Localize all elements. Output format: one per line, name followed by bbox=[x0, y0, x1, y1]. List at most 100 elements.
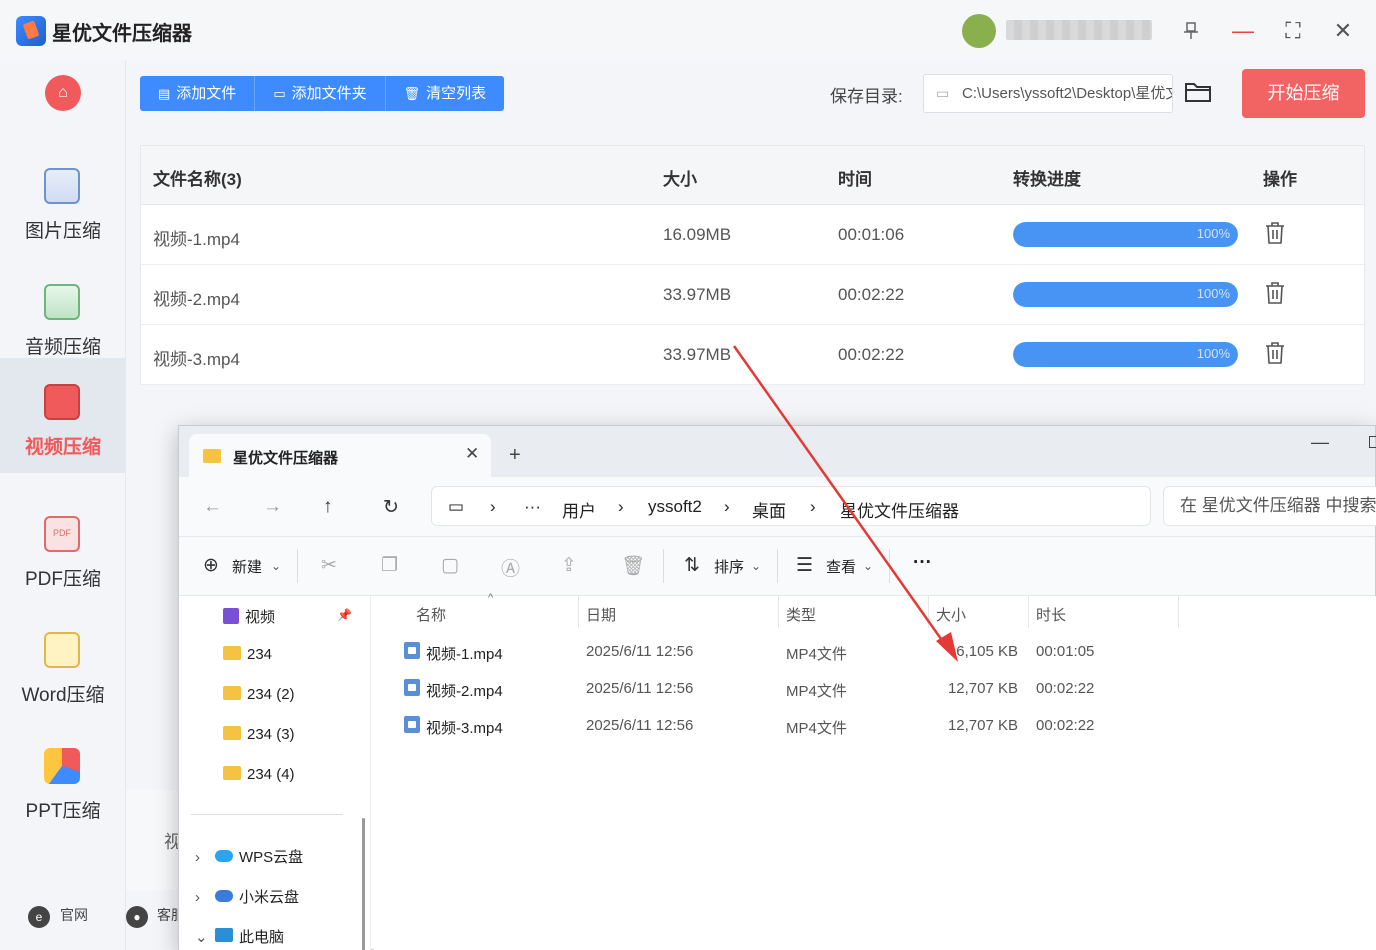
cloud-icon bbox=[215, 850, 233, 862]
explorer-maximize-button[interactable] bbox=[1369, 436, 1376, 448]
file-time: 00:02:22 bbox=[838, 285, 905, 304]
explorer-tab[interactable]: 星优文件压缩器 ✕ bbox=[189, 434, 491, 477]
pc-icon bbox=[215, 928, 233, 942]
video-file-icon bbox=[404, 679, 420, 696]
start-compress-button[interactable]: 开始压缩 bbox=[1242, 69, 1365, 118]
video-icon bbox=[44, 384, 80, 420]
breadcrumb-users[interactable]: 用户 bbox=[562, 497, 596, 522]
sidebar-item-audio[interactable]: 音频压缩 bbox=[0, 258, 126, 374]
pin-icon[interactable] bbox=[1174, 14, 1208, 48]
breadcrumb-user[interactable]: yssoft2 bbox=[648, 497, 702, 517]
address-bar[interactable]: ▭ › ··· 用户 › yssoft2 › 桌面 › 星优文件压缩器 bbox=[431, 486, 1151, 526]
minimize-button[interactable]: — bbox=[1226, 14, 1260, 48]
trash-icon: 🗑 bbox=[403, 86, 421, 101]
explorer-tab-title: 星优文件压缩器 bbox=[233, 450, 339, 467]
column-divider bbox=[928, 596, 929, 628]
save-path-value: C:\Users\yssoft2\Desktop\星优文件压缩器 bbox=[962, 85, 1172, 102]
copy-icon[interactable]: ❐ bbox=[381, 554, 398, 577]
sidebar-item-video[interactable]: 视频压缩 bbox=[0, 358, 126, 473]
explorer-tab-bar: 星优文件压缩器 ✕ + — bbox=[179, 426, 1376, 477]
delete-icon[interactable]: 🗑 bbox=[621, 554, 645, 578]
divider bbox=[297, 549, 298, 583]
more-button[interactable]: ··· bbox=[913, 552, 932, 574]
home-icon[interactable]: ⌂ bbox=[45, 75, 81, 111]
save-path-input[interactable]: ▭ C:\Users\yssoft2\Desktop\星优文件压缩器 bbox=[923, 74, 1173, 113]
clear-list-button[interactable]: 🗑 清空列表 bbox=[386, 76, 505, 111]
file-size: 16.09MB bbox=[663, 225, 732, 244]
sidebar-item-234[interactable]: 234 bbox=[223, 646, 272, 663]
sidebar-item-this-pc[interactable]: ⌄ 此电脑 bbox=[195, 926, 284, 947]
user-avatar[interactable] bbox=[962, 14, 996, 48]
new-button[interactable]: 新建 bbox=[232, 556, 262, 577]
folder-icon: ▭ bbox=[273, 86, 286, 101]
file-duration: 00:02:22 bbox=[1036, 717, 1095, 734]
sidebar-scrollbar[interactable] bbox=[362, 818, 365, 950]
delete-icon[interactable] bbox=[1264, 281, 1288, 307]
maximize-button[interactable]: ⛶ bbox=[1276, 14, 1310, 48]
sort-button[interactable]: 排序 bbox=[714, 556, 744, 577]
col-action: 操作 bbox=[1263, 170, 1297, 189]
file-date: 2025/6/11 12:56 bbox=[586, 680, 694, 697]
col-date[interactable]: 日期 bbox=[586, 604, 616, 625]
col-type[interactable]: 类型 bbox=[786, 604, 816, 625]
sidebar-item-234-2[interactable]: 234 (2) bbox=[223, 686, 295, 703]
breadcrumb-desktop[interactable]: 桌面 bbox=[752, 497, 786, 522]
sidebar-item-mi-cloud[interactable]: › 小米云盘 bbox=[195, 886, 299, 907]
list-item[interactable]: 视频-3.mp4 2025/6/11 12:56 MP4文件 12,707 KB… bbox=[374, 707, 1376, 744]
open-folder-icon[interactable] bbox=[1184, 80, 1214, 106]
column-divider bbox=[1178, 596, 1179, 628]
col-duration[interactable]: 时长 bbox=[1036, 604, 1066, 625]
sidebar-item-word[interactable]: Word压缩 bbox=[0, 606, 126, 722]
list-item[interactable]: 视频-1.mp4 2025/6/11 12:56 MP4文件 6,105 KB … bbox=[374, 633, 1376, 670]
sidebar-item-label: 234 (2) bbox=[247, 686, 295, 703]
chevron-right-icon: › bbox=[618, 497, 624, 516]
pin-icon: 📌 bbox=[337, 608, 352, 622]
website-link[interactable]: 官网 bbox=[60, 905, 88, 925]
share-icon[interactable]: ⇪ bbox=[561, 554, 577, 577]
back-arrow-icon[interactable]: ← bbox=[203, 496, 222, 518]
chevron-right-icon: › bbox=[195, 889, 200, 906]
refresh-icon[interactable]: ↻ bbox=[383, 496, 399, 519]
list-item[interactable]: 视频-2.mp4 2025/6/11 12:56 MP4文件 12,707 KB… bbox=[374, 670, 1376, 707]
up-arrow-icon[interactable]: ↑ bbox=[323, 496, 333, 518]
explorer-sidebar: 视频 📌 234 234 (2) 234 (3) 234 (4) › WPS云盘 … bbox=[179, 596, 371, 950]
table-row: 视频-1.mp4 16.09MB 00:01:06 100% bbox=[141, 205, 1364, 265]
add-file-button[interactable]: ▤ 添加文件 bbox=[140, 76, 256, 111]
rename-icon[interactable]: Ⓐ bbox=[501, 554, 520, 581]
sidebar-item-234-4[interactable]: 234 (4) bbox=[223, 766, 295, 783]
sidebar-item-pdf[interactable]: PDF PDF压缩 bbox=[0, 490, 126, 606]
chevron-down-icon: ⌄ bbox=[195, 929, 208, 946]
breadcrumb-more[interactable]: ··· bbox=[524, 497, 541, 517]
cut-icon[interactable]: ✂ bbox=[321, 554, 337, 577]
new-tab-button[interactable]: + bbox=[509, 444, 521, 467]
folder-icon bbox=[223, 686, 241, 700]
paste-icon[interactable]: ▢ bbox=[441, 554, 459, 577]
file-size: 12,707 KB bbox=[947, 680, 1018, 697]
delete-icon[interactable] bbox=[1264, 221, 1288, 247]
sidebar-item-label: 图片压缩 bbox=[24, 221, 101, 242]
delete-icon[interactable] bbox=[1264, 341, 1288, 367]
col-size[interactable]: 大小 bbox=[936, 604, 966, 625]
sidebar-item-video[interactable]: 视频 bbox=[223, 606, 275, 627]
video-folder-icon bbox=[223, 608, 239, 624]
table-header: 文件名称(3) 大小 时间 转换进度 操作 bbox=[141, 146, 1364, 205]
file-size: 33.97MB bbox=[663, 285, 732, 304]
breadcrumb-folder[interactable]: 星优文件压缩器 bbox=[840, 497, 959, 522]
search-input[interactable]: 在 星优文件压缩器 中搜索 bbox=[1163, 486, 1376, 526]
progress-bar: 100% bbox=[1013, 342, 1238, 367]
close-button[interactable]: ✕ bbox=[1326, 14, 1360, 48]
explorer-minimize-button[interactable]: — bbox=[1311, 432, 1329, 453]
sidebar-item-image[interactable]: 图片压缩 bbox=[0, 142, 126, 258]
chevron-down-icon: ⌄ bbox=[271, 559, 282, 573]
sidebar-item-ppt[interactable]: PPT压缩 bbox=[0, 722, 126, 838]
sidebar-item-wps-cloud[interactable]: › WPS云盘 bbox=[195, 846, 303, 867]
view-button[interactable]: 查看 bbox=[826, 556, 856, 577]
sidebar-item-label: 视频压缩 bbox=[24, 437, 101, 458]
pdf-icon: PDF bbox=[44, 516, 80, 552]
cloud-icon bbox=[215, 890, 233, 902]
forward-arrow-icon[interactable]: → bbox=[263, 496, 282, 518]
sidebar-item-234-3[interactable]: 234 (3) bbox=[223, 726, 295, 743]
close-tab-icon[interactable]: ✕ bbox=[465, 444, 479, 464]
add-folder-button[interactable]: ▭ 添加文件夹 bbox=[255, 76, 386, 111]
col-name[interactable]: 名称 bbox=[416, 604, 446, 625]
